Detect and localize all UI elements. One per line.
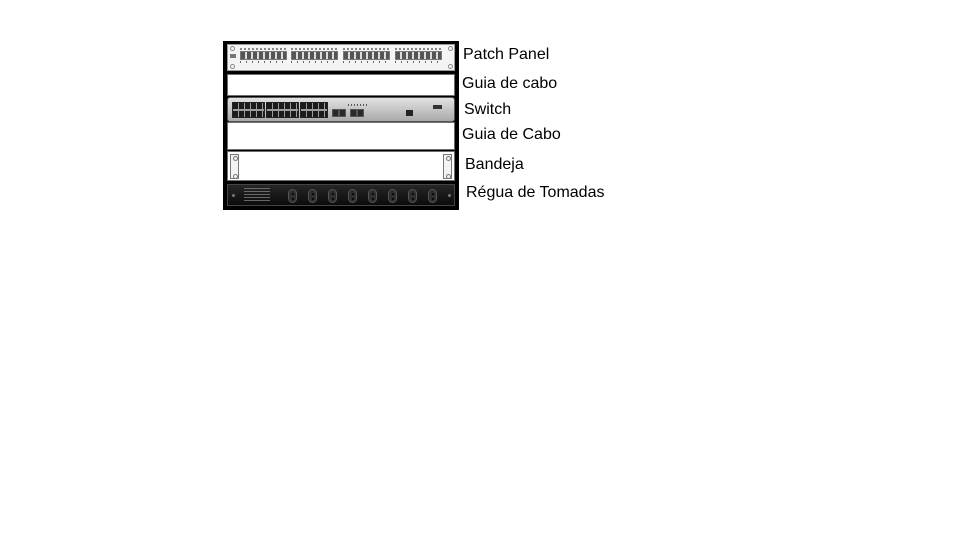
console-port (406, 110, 413, 116)
patch-port-group (240, 48, 287, 64)
patch-port-group (343, 48, 390, 64)
switch-port-group (300, 102, 328, 118)
switch-logo (433, 105, 442, 109)
switch-port-group (232, 102, 265, 118)
mounting-hole (230, 46, 235, 51)
power-strip-label-text: Régua de Tomadas (466, 184, 605, 201)
cable-guide (227, 122, 455, 150)
mounting-screw (232, 194, 235, 197)
rack-tray (227, 151, 455, 181)
power-strip (227, 184, 455, 206)
power-outlet (368, 189, 377, 203)
power-outlet (348, 189, 357, 203)
cable-guide-label: Guia de cabo (462, 75, 558, 92)
patch-port-group (395, 48, 442, 64)
mounting-screw (448, 194, 451, 197)
tray-bracket (443, 154, 452, 179)
power-outlet (408, 189, 417, 203)
patch-panel (227, 44, 455, 71)
tray-bracket (230, 154, 239, 179)
sfp-port (357, 109, 364, 117)
switch-label: Switch (464, 101, 512, 118)
mounting-hole (448, 46, 453, 51)
status-leds (348, 104, 368, 106)
network-switch (227, 97, 455, 122)
power-outlet (388, 189, 397, 203)
power-strip-label (244, 188, 270, 202)
cable-guide-label: Guia de Cabo (462, 126, 561, 143)
tray-label: Bandeja (465, 156, 524, 173)
power-outlet (288, 189, 297, 203)
sfp-port (339, 109, 346, 117)
mounting-hole (448, 64, 453, 69)
sfp-port (350, 109, 357, 117)
power-outlet (308, 189, 317, 203)
mounting-hole (230, 64, 235, 69)
patch-panel-label: Patch Panel (463, 46, 550, 63)
switch-port-group (266, 102, 299, 118)
server-rack (223, 41, 459, 210)
patch-port-group (291, 48, 338, 64)
power-outlet (428, 189, 437, 203)
cable-guide (227, 74, 455, 96)
power-outlet (328, 189, 337, 203)
sfp-port (332, 109, 339, 117)
patch-panel-logo (230, 54, 236, 58)
